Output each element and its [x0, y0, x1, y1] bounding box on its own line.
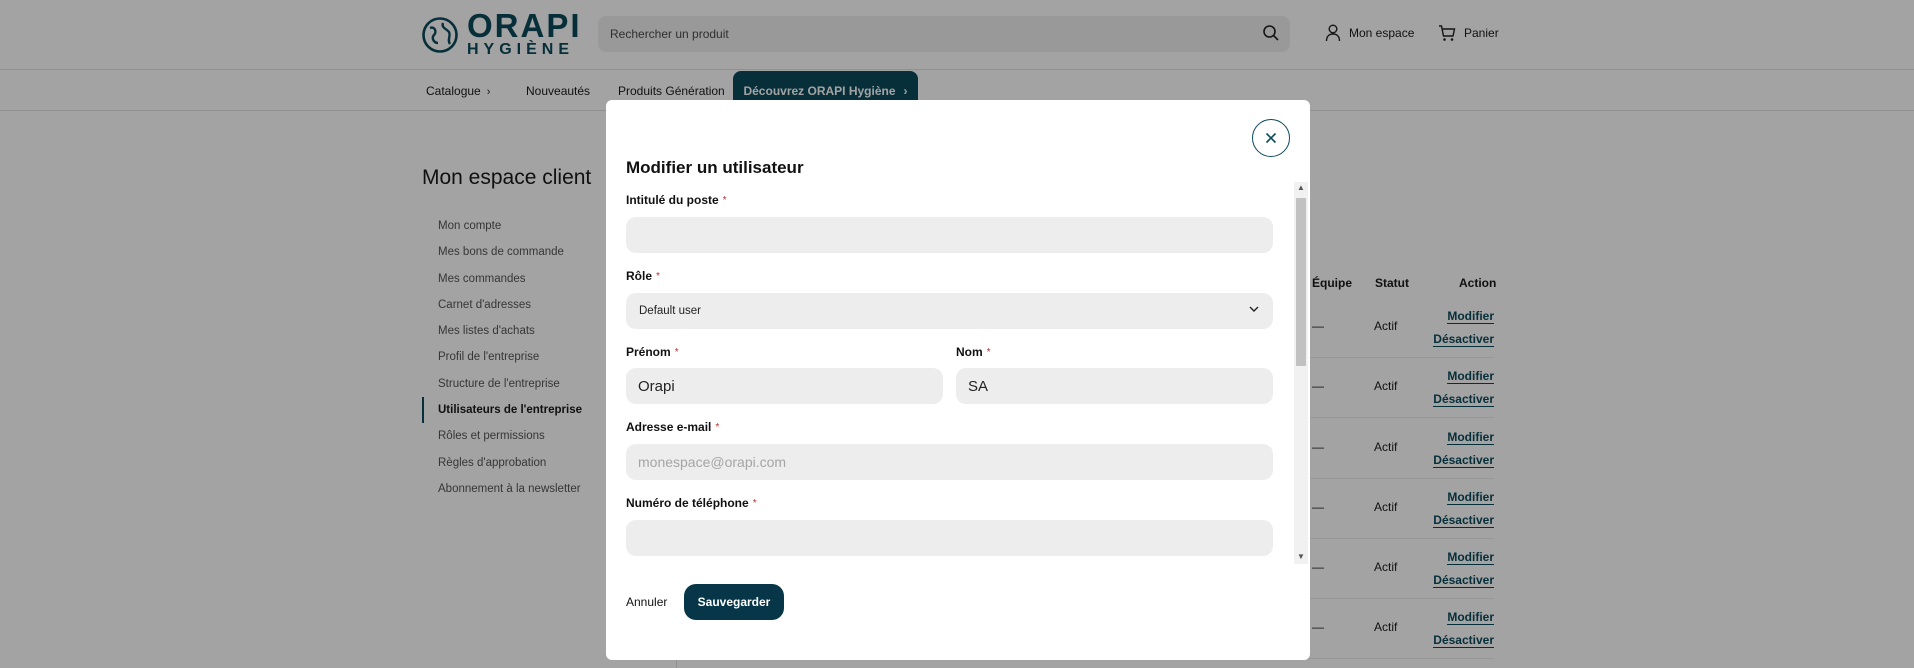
required-mark: * — [722, 195, 727, 206]
role-label-text: Rôle — [626, 269, 653, 283]
first-name-field[interactable] — [626, 368, 943, 404]
phone-label-text: Numéro de téléphone — [626, 496, 749, 510]
job-title-label-text: Intitulé du poste — [626, 193, 719, 207]
role-select-value: Default user — [639, 305, 702, 317]
save-button[interactable]: Sauvegarder — [684, 584, 784, 620]
last-name-label-text: Nom — [956, 345, 983, 359]
first-name-label: Prénom * — [626, 345, 679, 359]
phone-label: Numéro de téléphone * — [626, 496, 757, 510]
job-title-field[interactable] — [626, 217, 1273, 253]
required-mark: * — [674, 347, 679, 358]
last-name-field[interactable] — [956, 368, 1273, 404]
user-form: Intitulé du poste * Rôle * Default user Pr… — [626, 182, 1278, 564]
email-label-text: Adresse e-mail — [626, 420, 712, 434]
chevron-down-icon — [1249, 306, 1259, 312]
scroll-up-arrow-icon[interactable]: ▲ — [1297, 183, 1305, 192]
required-mark: * — [656, 271, 660, 282]
scroll-down-arrow-icon[interactable]: ▼ — [1297, 552, 1305, 561]
last-name-label: Nom * — [956, 345, 991, 359]
required-mark: * — [715, 422, 720, 433]
form-scrollbar[interactable]: ▲ ▼ — [1294, 182, 1308, 564]
role-select[interactable]: Default user — [626, 293, 1273, 329]
modal-title: Modifier un utilisateur — [626, 158, 804, 177]
cancel-button[interactable]: Annuler — [626, 595, 667, 609]
scrollbar-thumb[interactable] — [1296, 198, 1306, 366]
required-mark: * — [986, 347, 991, 358]
edit-user-modal: Modifier un utilisateur Intitulé du post… — [606, 100, 1310, 660]
close-button[interactable] — [1252, 119, 1290, 157]
required-mark: * — [752, 498, 757, 509]
phone-field[interactable] — [626, 520, 1273, 556]
first-name-label-text: Prénom — [626, 345, 671, 359]
role-label: Rôle * — [626, 269, 660, 283]
job-title-label: Intitulé du poste * — [626, 193, 727, 207]
email-field[interactable] — [626, 444, 1273, 480]
close-icon — [1265, 132, 1277, 144]
email-label: Adresse e-mail * — [626, 420, 719, 434]
